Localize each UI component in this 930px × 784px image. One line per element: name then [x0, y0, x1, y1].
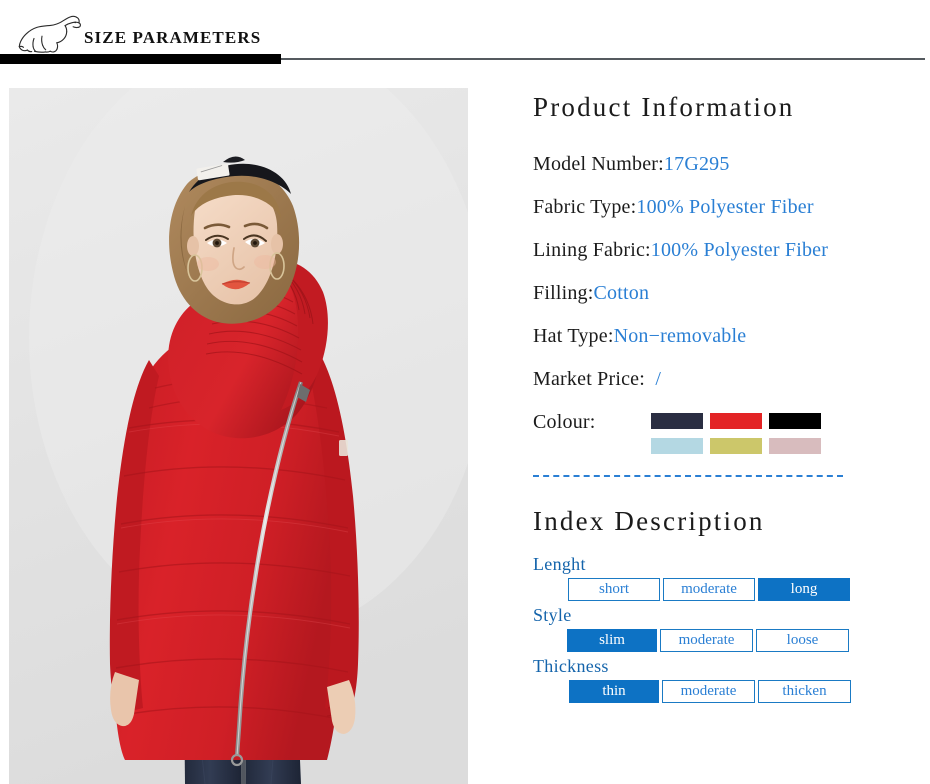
- dashed-divider: [533, 475, 843, 477]
- spec-label: Fabric Type:: [533, 196, 637, 218]
- index-group-label: Thickness: [533, 656, 609, 676]
- option-row-thickness: thin moderate thicken: [569, 680, 930, 703]
- header-rule-thin: [281, 58, 925, 60]
- option-lenght-moderate[interactable]: moderate: [663, 578, 755, 601]
- page-title: SIZE PARAMETERS: [84, 28, 262, 47]
- index-group-thickness: Thickness thin moderate thicken: [533, 654, 930, 703]
- spec-value: 100% Polyester Fiber: [636, 196, 814, 218]
- option-style-loose[interactable]: loose: [756, 629, 849, 652]
- page-header: SIZE PARAMETERS: [0, 0, 930, 72]
- colour-swatch-navy[interactable]: [651, 413, 703, 429]
- spec-label: Filling:: [533, 282, 594, 304]
- spec-value: Cotton: [593, 282, 650, 304]
- option-style-moderate[interactable]: moderate: [660, 629, 753, 652]
- index-group-label: Style: [533, 605, 572, 625]
- option-thickness-thin[interactable]: thin: [569, 680, 659, 703]
- index-group-style: Style slim moderate loose: [533, 603, 930, 652]
- header-rule-black: [0, 54, 281, 64]
- option-row-lenght: short moderate long: [568, 578, 930, 601]
- option-lenght-short[interactable]: short: [568, 578, 660, 601]
- option-row-style: slim moderate loose: [567, 629, 930, 652]
- option-thickness-thicken[interactable]: thicken: [758, 680, 851, 703]
- index-description-heading: Index Description: [533, 506, 765, 536]
- spec-label: Hat Type:: [533, 325, 614, 347]
- spec-row-model-number: Model Number:17G295: [533, 143, 930, 186]
- colour-row: Colour:: [533, 405, 930, 463]
- spec-list: Model Number:17G295 Fabric Type:100% Pol…: [533, 143, 930, 401]
- polar-bear-logo-icon: [14, 12, 82, 56]
- colour-swatch-olive-yellow[interactable]: [710, 438, 762, 454]
- spec-row-lining-fabric: Lining Fabric:100% Polyester Fiber: [533, 229, 930, 272]
- option-style-slim[interactable]: slim: [567, 629, 657, 652]
- index-group-lenght: Lenght short moderate long: [533, 552, 930, 601]
- spec-value: Non−removable: [613, 325, 747, 347]
- colour-swatch-red[interactable]: [710, 413, 762, 429]
- colour-label: Colour:: [533, 411, 596, 433]
- product-information-heading: Product Information: [533, 92, 795, 122]
- spec-label: Model Number:: [533, 153, 664, 175]
- product-info-panel: Product Information Model Number:17G295 …: [533, 90, 930, 705]
- spec-row-hat-type: Hat Type:Non−removable: [533, 315, 930, 358]
- colour-swatch-grid: [651, 413, 821, 454]
- index-groups: Lenght short moderate long Style slim mo…: [533, 552, 930, 703]
- colour-swatch-dusty-pink[interactable]: [769, 438, 821, 454]
- option-thickness-moderate[interactable]: moderate: [662, 680, 755, 703]
- spec-row-market-price: Market Price: /: [533, 358, 930, 401]
- spec-label: Lining Fabric:: [533, 239, 651, 261]
- option-lenght-long[interactable]: long: [758, 578, 850, 601]
- colour-swatch-light-blue[interactable]: [651, 438, 703, 454]
- product-photo[interactable]: [9, 88, 468, 784]
- spec-value: 100% Polyester Fiber: [650, 239, 829, 261]
- spec-value: 17G295: [663, 153, 730, 175]
- spec-label: Market Price:: [533, 368, 646, 390]
- spec-value: /: [655, 368, 662, 390]
- spec-row-fabric-type: Fabric Type:100% Polyester Fiber: [533, 186, 930, 229]
- index-group-label: Lenght: [533, 554, 586, 574]
- colour-swatch-black[interactable]: [769, 413, 821, 429]
- spec-row-filling: Filling:Cotton: [533, 272, 930, 315]
